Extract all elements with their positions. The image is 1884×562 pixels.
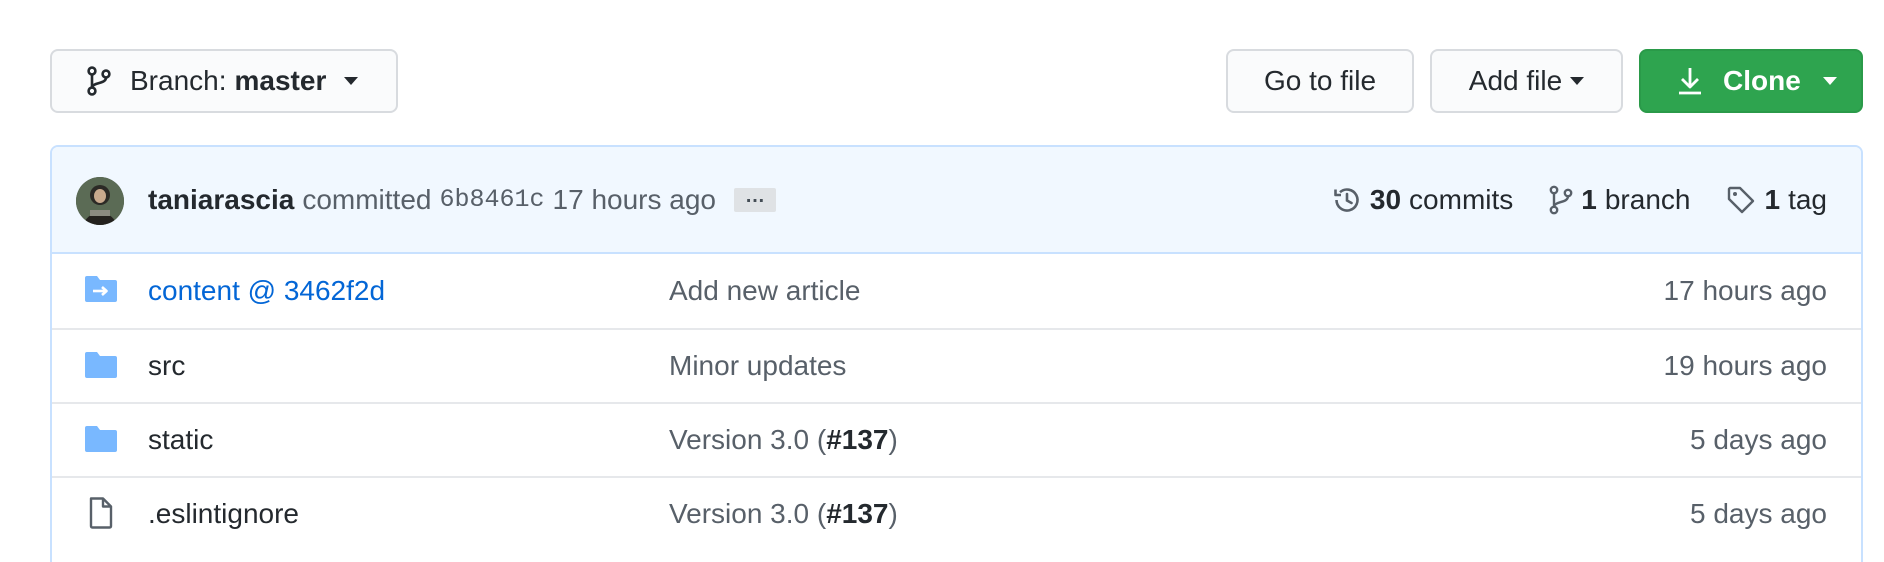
commit-message-text: Add new article: [669, 275, 861, 306]
repo-file-browser: Branch: master Go to file Add file Clone: [0, 0, 1884, 562]
commit-sha-link[interactable]: 6b8461c: [439, 185, 544, 214]
chevron-down-icon: [344, 77, 359, 85]
folder-icon: [85, 426, 117, 452]
avatar[interactable]: [76, 177, 124, 225]
file-age: 5 days ago: [1690, 424, 1827, 455]
clone-label: Clone: [1723, 65, 1801, 96]
pull-request-link[interactable]: #137: [826, 424, 888, 455]
go-to-file-label: Go to file: [1263, 65, 1377, 96]
history-icon: [1334, 187, 1359, 212]
commit-message-link[interactable]: Version 3.0 (#137): [669, 424, 898, 456]
file-age: 17 hours ago: [1663, 275, 1827, 306]
go-to-file-button[interactable]: Go to file: [1226, 49, 1414, 113]
commit-message-text: Version 3.0 (: [669, 424, 827, 455]
branch-name: master: [234, 65, 327, 96]
git-branch-icon: [1549, 185, 1573, 214]
latest-commit-bar: taniarascia committed 6b8461c 17 hours a…: [52, 147, 1861, 254]
commit-summary: taniarascia committed 6b8461c 17 hours a…: [148, 147, 776, 252]
file-row[interactable]: src Minor updates 19 hours ago: [52, 328, 1861, 402]
commit-message-suffix: ): [888, 424, 898, 455]
branches-label: branch: [1604, 183, 1691, 215]
pull-request-link[interactable]: #137: [826, 498, 888, 529]
tags-count: 1: [1764, 183, 1781, 215]
tag-icon: [1728, 186, 1755, 213]
commits-count: 30: [1369, 183, 1402, 215]
file-name-link[interactable]: static: [148, 424, 213, 456]
branches-count: 1: [1581, 183, 1597, 215]
chevron-down-icon: [1570, 77, 1585, 85]
download-icon: [1679, 68, 1701, 95]
commit-message-text: Minor updates: [669, 350, 847, 381]
ellipsis-expand-button[interactable]: …: [733, 186, 776, 212]
file-name-link[interactable]: content @ 3462f2d: [148, 275, 385, 307]
branch-label-prefix: Branch:: [130, 65, 227, 96]
branches-link[interactable]: 1 branch: [1549, 184, 1690, 216]
commit-message-link[interactable]: Add new article: [669, 275, 860, 307]
add-file-button[interactable]: Add file: [1430, 49, 1623, 113]
file-age: 5 days ago: [1690, 498, 1827, 529]
tags-label: tag: [1788, 183, 1827, 215]
folder-icon: [85, 352, 117, 378]
chevron-down-icon: [1822, 77, 1837, 85]
file-icon: [89, 497, 113, 529]
tags-link[interactable]: 1 tag: [1726, 184, 1827, 216]
submodule-folder-icon: [85, 276, 117, 302]
repo-file-list: taniarascia committed 6b8461c 17 hours a…: [50, 145, 1863, 562]
commit-message-suffix: ): [888, 498, 898, 529]
commit-verb: committed: [302, 183, 432, 215]
file-name-link[interactable]: .eslintignore: [148, 498, 299, 530]
add-file-label: Add file: [1468, 65, 1563, 96]
commits-label: commits: [1409, 183, 1514, 215]
git-branch-icon: [87, 66, 111, 96]
file-row[interactable]: content @ 3462f2d Add new article 17 hou…: [52, 254, 1861, 328]
file-age: 19 hours ago: [1663, 350, 1827, 381]
commit-time: 17 hours ago: [552, 183, 716, 215]
commits-link[interactable]: 30 commits: [1332, 184, 1513, 216]
clone-button[interactable]: Clone: [1639, 49, 1863, 113]
branch-select-button[interactable]: Branch: master: [50, 49, 398, 113]
file-row[interactable]: .eslintignore Version 3.0 (#137) 5 days …: [52, 476, 1861, 550]
commit-message-link[interactable]: Minor updates: [669, 350, 846, 382]
commit-message-text: Version 3.0 (: [669, 498, 827, 529]
file-name-link[interactable]: src: [148, 350, 185, 382]
file-row[interactable]: static Version 3.0 (#137) 5 days ago: [52, 402, 1861, 476]
commit-author-link[interactable]: taniarascia: [148, 184, 294, 216]
commit-message-link[interactable]: Version 3.0 (#137): [669, 498, 898, 530]
repo-stats: 30 commits 1 branch 1 tag: [1332, 147, 1827, 252]
